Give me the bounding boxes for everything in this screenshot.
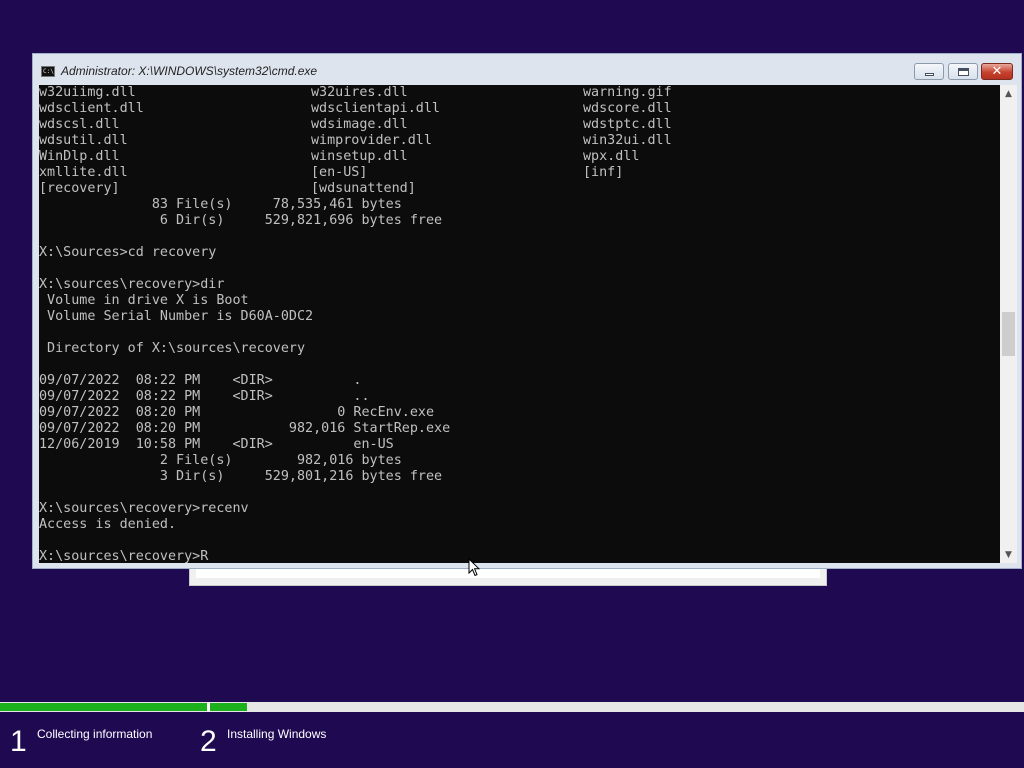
console-line: X:\sources\recovery>dir: [39, 277, 225, 292]
console-line: 09/07/2022 08:22 PM <DIR> ..: [39, 389, 370, 404]
scroll-thumb[interactable]: [1002, 312, 1015, 356]
console-line: 6 Dir(s) 529,821,696 bytes free: [39, 213, 443, 228]
console-file-entry: warning.gif: [583, 85, 672, 100]
step-label-installing: Installing Windows: [227, 727, 327, 741]
minimize-icon: [924, 72, 934, 76]
progress-step2-fill: [210, 703, 247, 711]
console-file-entry: winsetup.dll: [311, 149, 408, 164]
close-button[interactable]: ✕: [981, 63, 1013, 80]
window-title: Administrator: X:\WINDOWS\system32\cmd.e…: [61, 64, 318, 78]
console-line: X:\Sources>cd recovery: [39, 245, 217, 260]
mouse-cursor-icon: [468, 558, 480, 577]
console-line: X:\sources\recovery>recenv: [39, 501, 249, 516]
console-line: 83 File(s) 78,535,461 bytes: [39, 197, 402, 212]
console-file-entry: wimprovider.dll: [311, 133, 432, 148]
console-file-entry: win32ui.dll: [583, 133, 672, 148]
console-file-entry: xmllite.dll: [39, 165, 128, 180]
minimize-button[interactable]: [914, 63, 944, 80]
console-line: 09/07/2022 08:20 PM 982,016 StartRep.exe: [39, 421, 451, 436]
scroll-down-icon[interactable]: ▼: [1000, 546, 1017, 563]
setup-window-background: [189, 566, 827, 586]
console-file-entry: [inf]: [583, 165, 624, 180]
maximize-button[interactable]: [948, 63, 978, 80]
maximize-icon: [957, 67, 969, 76]
console-file-entry: w32uires.dll: [311, 85, 408, 100]
vertical-scrollbar[interactable]: ▲ ▼: [1000, 85, 1017, 563]
console-file-entry: wpx.dll: [583, 149, 640, 164]
scroll-up-icon[interactable]: ▲: [1000, 85, 1017, 102]
step-number-1: 1: [10, 725, 27, 758]
console-line: Volume Serial Number is D60A-0DC2: [39, 309, 314, 324]
title-bar[interactable]: C:\ Administrator: X:\WINDOWS\system32\c…: [33, 54, 1021, 86]
setup-progress-bar: [0, 702, 1024, 712]
console-file-entry: [wdsunattend]: [311, 181, 416, 196]
console-file-entry: wdstptc.dll: [583, 117, 672, 132]
console-line: 09/07/2022 08:22 PM <DIR> .: [39, 373, 362, 388]
console-line: 3 Dir(s) 529,801,216 bytes free: [39, 469, 443, 484]
close-icon: ✕: [991, 64, 1003, 79]
console-file-entry: wdsimage.dll: [311, 117, 408, 132]
console-file-entry: [recovery]: [39, 181, 120, 196]
console-line: 09/07/2022 08:20 PM 0 RecEnv.exe: [39, 405, 435, 420]
console-file-entry: wdscsl.dll: [39, 117, 120, 132]
console-line: Volume in drive X is Boot: [39, 293, 249, 308]
console-output[interactable]: w32uiimg.dll w32uires.dll warning.gif wdscl…: [39, 85, 1000, 563]
step-label-collecting: Collecting information: [37, 727, 153, 741]
console-line: 2 File(s) 982,016 bytes: [39, 453, 402, 468]
progress-step1-fill: [0, 703, 207, 711]
console-line: Access is denied.: [39, 517, 177, 532]
cmd-icon: C:\: [41, 66, 55, 77]
console-file-entry: wdscore.dll: [583, 101, 672, 116]
console-file-entry: WinDlp.dll: [39, 149, 120, 164]
console-line: X:\sources\recovery>R: [39, 549, 209, 563]
cmd-window[interactable]: C:\ Administrator: X:\WINDOWS\system32\c…: [32, 53, 1022, 569]
console-line: Directory of X:\sources\recovery: [39, 341, 306, 356]
console-file-entry: w32uiimg.dll: [39, 85, 136, 100]
console-file-entry: wdsutil.dll: [39, 133, 128, 148]
console-file-entry: wdsclientapi.dll: [311, 101, 440, 116]
console-file-entry: wdsclient.dll: [39, 101, 144, 116]
step-number-2: 2: [200, 725, 217, 758]
console-file-entry: [en-US]: [311, 165, 368, 180]
console-line: 12/06/2019 10:58 PM <DIR> en-US: [39, 437, 394, 452]
